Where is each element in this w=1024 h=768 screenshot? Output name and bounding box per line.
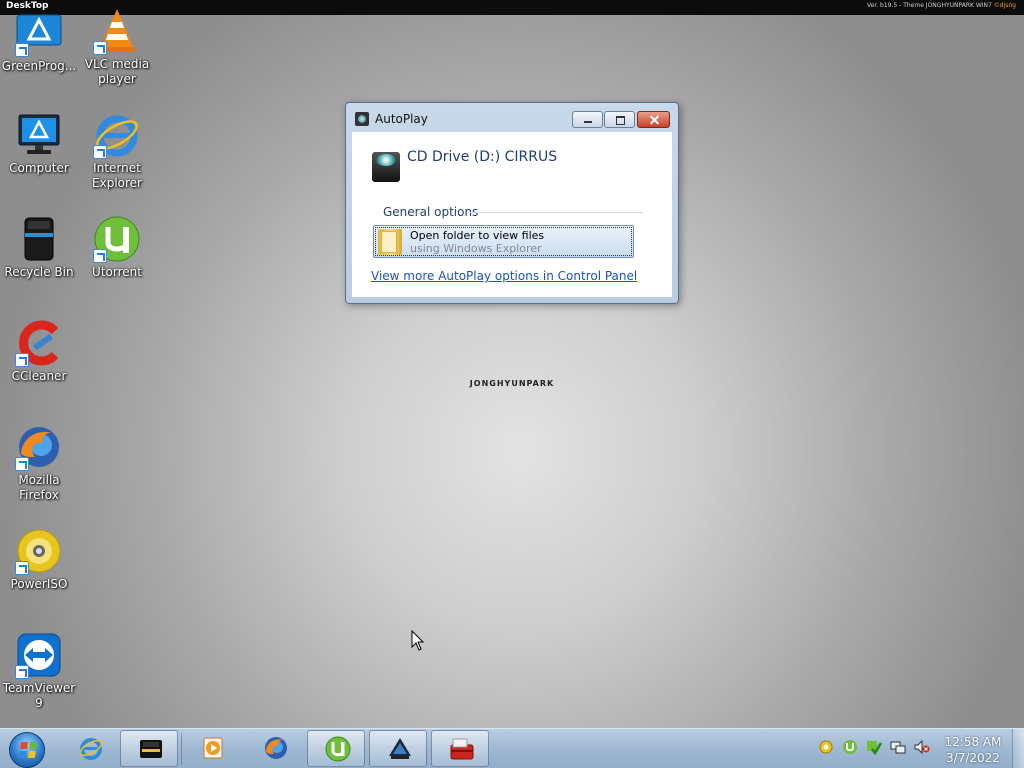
desktop-icon-label: Recycle Bin (4, 265, 74, 279)
show-desktop-button[interactable] (1012, 729, 1024, 768)
maximize-button[interactable] (604, 111, 635, 128)
desktop-watermark: JONGHYUNPARK (469, 379, 555, 388)
desktop-icon-label: Utorrent (92, 265, 142, 279)
version-text: Ver. b19.5 - Theme JONGHYUNPARK WIN7 (867, 2, 992, 9)
autoplay-titlebar[interactable]: AutoPlay (346, 103, 678, 131)
computer-icon (15, 111, 63, 159)
autoplay-content: CD Drive (D:) CIRRUS General options Ope… (352, 132, 672, 297)
desktop-icon-greenprog[interactable]: GreenProg... (0, 9, 78, 74)
desktop-icon-computer[interactable]: Computer (0, 111, 78, 176)
desktop-icon-label: Internet Explorer (92, 161, 142, 190)
desktop-icon-label: VLC media player (84, 57, 150, 86)
control-panel-link[interactable]: View more AutoPlay options in Control Pa… (371, 269, 637, 283)
taskbar-cd-drive[interactable] (120, 730, 178, 767)
taskbar-utorrent[interactable] (307, 730, 365, 767)
autoplay-window: AutoPlay CD Drive (D:) CIRRUS General op… (345, 102, 679, 304)
desktop-icon-ccleaner[interactable]: CCleaner (0, 319, 78, 384)
utorrent-tray-icon[interactable] (842, 739, 858, 755)
taskbar: 12:58 AM 3/7/2022 (0, 728, 1024, 768)
desktop-icon-internet-explorer[interactable]: Internet Explorer (78, 111, 156, 191)
firefox-icon (15, 423, 63, 471)
taskbar-media-player[interactable] (183, 730, 241, 767)
desktop-icon-recycle-bin[interactable]: Recycle Bin (0, 215, 78, 280)
media-player-icon (203, 737, 223, 759)
desktop-icon-firefox[interactable]: Mozilla Firefox (0, 423, 78, 503)
folder-icon (378, 229, 402, 255)
desktop-icon-teamviewer[interactable]: TeamViewer 9 (0, 631, 78, 711)
cd-drive-icon (355, 112, 369, 126)
security-icon[interactable] (818, 739, 834, 755)
taskbar-toolbox[interactable] (431, 730, 489, 767)
minimize-button[interactable] (572, 111, 603, 128)
taskbar-clock[interactable]: 12:58 AM 3/7/2022 (940, 734, 1006, 766)
clock-date: 3/7/2022 (946, 751, 1000, 765)
desktop-icon-vlc[interactable]: VLC media player (78, 7, 156, 87)
top-bar-version: Ver. b19.5 - Theme JONGHYUNPARK WIN7 ©dj… (867, 2, 1016, 9)
mouse-cursor-icon (411, 630, 425, 651)
desktop-icon-utorrent[interactable]: Utorrent (78, 215, 156, 280)
desktop-icon-label: GreenProg... (1, 59, 77, 73)
recycle-bin-icon (15, 215, 63, 263)
cd-drive-icon (372, 152, 400, 182)
taskbar-app-dark[interactable] (369, 730, 427, 767)
taskbar-separator (181, 733, 182, 765)
desktop-icon-label: TeamViewer 9 (2, 681, 76, 710)
utorrent-icon (93, 215, 141, 263)
internet-explorer-icon (93, 111, 141, 159)
taskbar-firefox[interactable] (246, 730, 304, 767)
clock-time: 12:58 AM (944, 735, 1002, 749)
drive-title: CD Drive (D:) CIRRUS (407, 149, 558, 165)
windows-logo-icon (9, 732, 45, 768)
ccleaner-icon (15, 319, 63, 367)
volume-muted-icon[interactable] (914, 739, 930, 755)
close-icon (638, 112, 669, 127)
teamviewer-icon (15, 631, 63, 679)
app-icon (389, 738, 411, 759)
cd-drive-icon (140, 740, 162, 758)
taskbar-internet-explorer[interactable] (61, 730, 119, 767)
open-folder-option[interactable]: Open folder to view files using Windows … (373, 225, 634, 258)
desktop-icon-label: PowerISO (10, 577, 68, 591)
section-divider (470, 212, 643, 213)
start-button[interactable] (5, 731, 49, 768)
section-label: General options (383, 205, 479, 219)
maximize-icon (605, 112, 634, 127)
window-title: AutoPlay (375, 112, 428, 126)
desktop-icon-label: Computer (9, 161, 69, 175)
brand-text: ©djsng (993, 2, 1016, 9)
option-title: Open folder to view files (410, 229, 545, 242)
vlc-icon (93, 7, 141, 55)
update-check-icon[interactable] (866, 739, 882, 755)
poweriso-icon (15, 527, 63, 575)
greenprog-icon (15, 9, 63, 57)
utorrent-icon (325, 736, 351, 762)
option-subtitle: using Windows Explorer (410, 242, 542, 255)
network-icon[interactable] (890, 739, 906, 755)
toolbox-icon (450, 738, 474, 760)
internet-explorer-icon (79, 738, 103, 760)
minimize-icon (573, 112, 602, 127)
firefox-icon (265, 737, 287, 759)
close-button[interactable] (637, 111, 670, 128)
desktop-icon-poweriso[interactable]: PowerISO (0, 527, 78, 592)
desktop-icon-label: Mozilla Firefox (18, 473, 60, 502)
